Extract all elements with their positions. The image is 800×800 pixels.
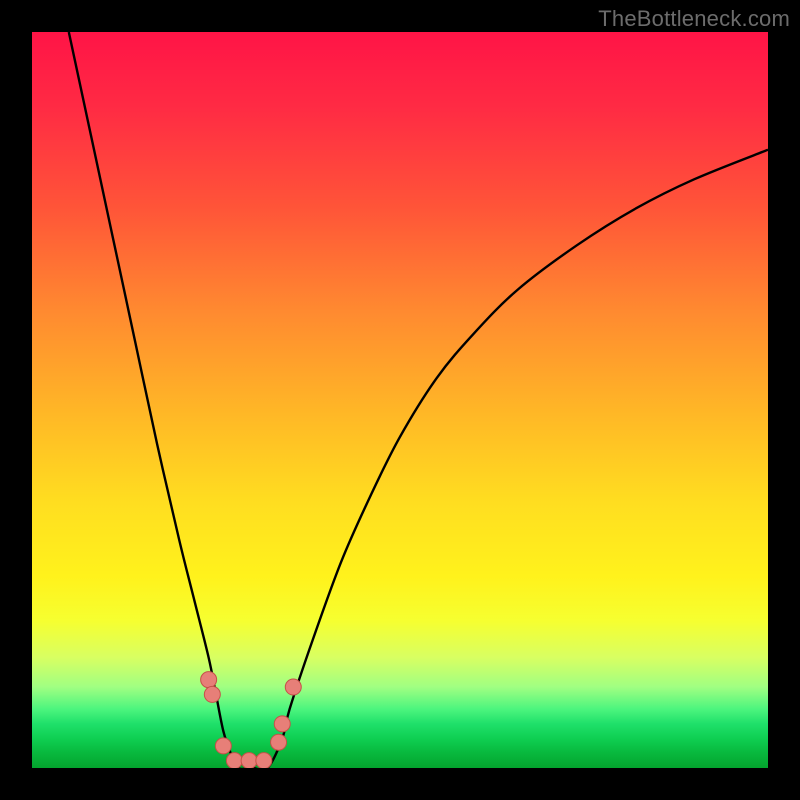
curve-marker [285,679,301,695]
curve-markers [201,672,302,768]
chart-overlay [32,32,768,768]
curve-marker [226,753,242,768]
chart-stage: TheBottleneck.com [0,0,800,800]
curve-marker [271,734,287,750]
curve-marker [201,672,217,688]
curve-marker [256,753,272,768]
curve-marker [241,753,257,768]
curve-marker [215,738,231,754]
bottleneck-curve [69,32,768,768]
curve-marker [204,686,220,702]
curve-marker [274,716,290,732]
plot-area [32,32,768,768]
watermark-text: TheBottleneck.com [598,6,790,32]
